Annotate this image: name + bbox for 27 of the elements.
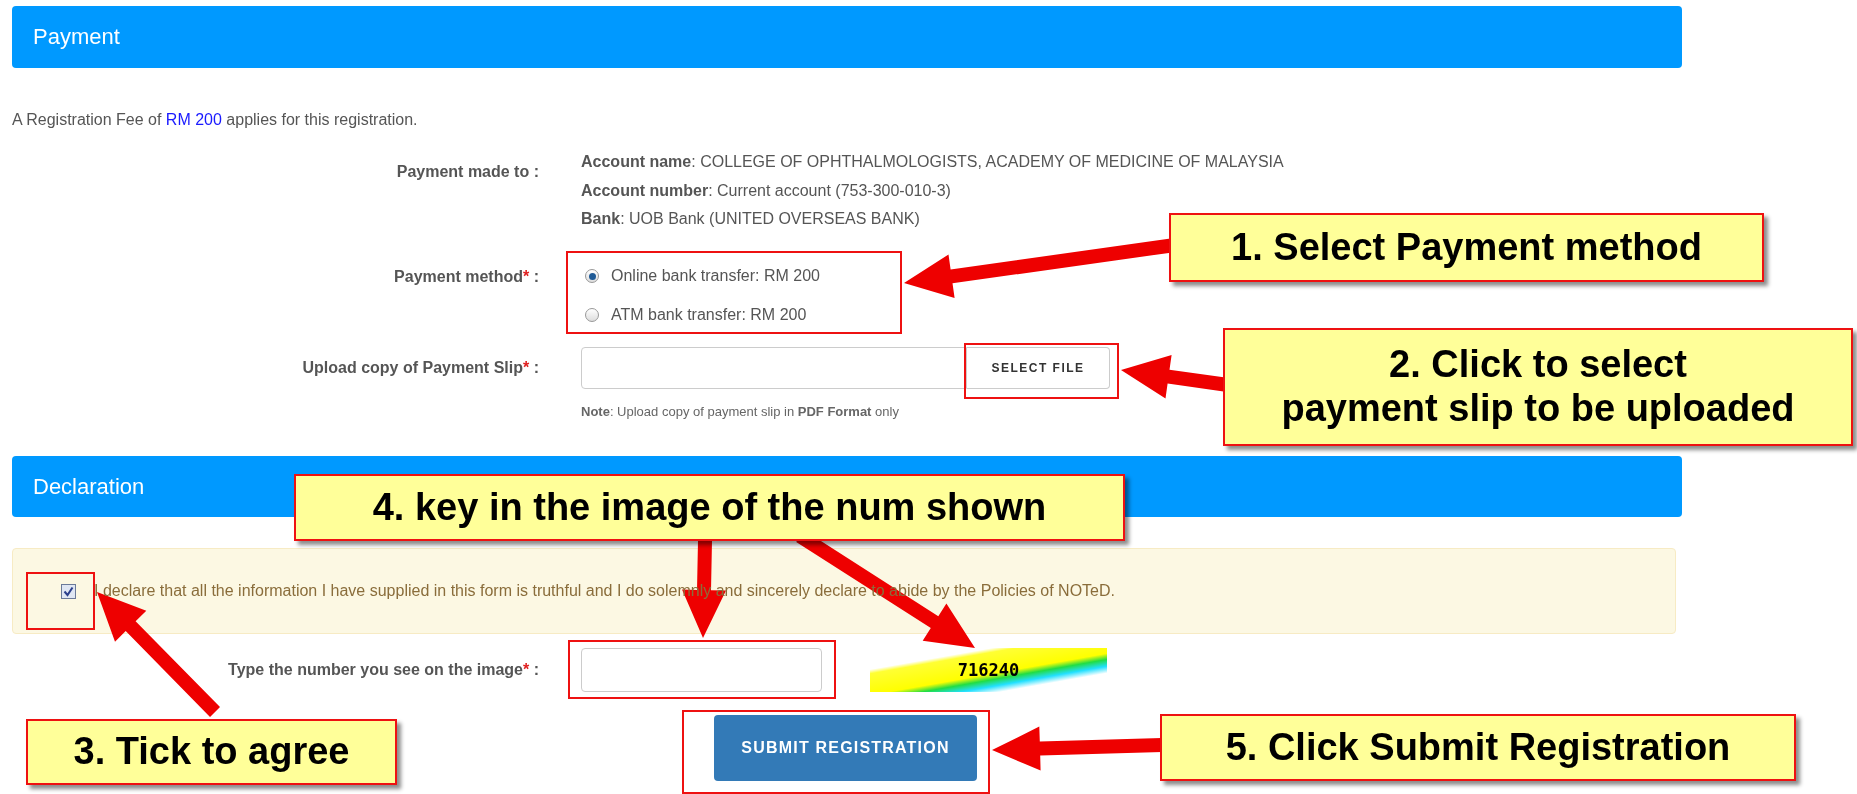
upload-note: Note: Upload copy of payment slip in PDF Format only [581, 403, 899, 421]
account-detail: Bank: UOB Bank (UNITED OVERSEAS BANK) [581, 209, 921, 229]
select-file-button[interactable]: SELECT FILE [967, 347, 1110, 389]
highlight-frame [26, 572, 95, 630]
field-label: Payment made to : [395, 162, 539, 182]
field-label: Upload copy of Payment Slip* : [301, 359, 539, 377]
account-detail: Account number: Current account (753-300-010-3) [581, 180, 952, 201]
file-input-field[interactable] [581, 347, 967, 389]
callout-label: 4. key in the image of the num shown [294, 474, 1125, 541]
account-detail: Account name: COLLEGE OF OPHTHALMOLOGISTS, ACADEMY OF MEDICINE OF MALAYSIA [581, 152, 1285, 172]
submit-button[interactable]: SUBMIT REGISTRATION [714, 715, 977, 781]
field-label: Type the number you see on the image* : [227, 661, 539, 679]
checkbox[interactable] [61, 583, 76, 599]
captcha-input-field[interactable] [581, 648, 822, 692]
radio-label: Online bank transfer: RM 200 [611, 267, 820, 285]
callout-label: 3. Tick to agree [26, 719, 397, 785]
radio-button[interactable] [585, 308, 599, 322]
fee-note: A Registration Fee of RM 200 applies for this registration. [12, 110, 419, 130]
callout-label: 2. Click to select payment slip to be uploaded [1223, 328, 1853, 446]
section-header: Payment [12, 6, 1682, 68]
field-label: Payment method* : [393, 266, 539, 287]
fee-link[interactable]: RM 200 [165, 111, 222, 128]
captcha-code: 716240 [957, 660, 1020, 680]
radio-button[interactable] [585, 269, 599, 283]
callout-label: 1. Select Payment method [1169, 213, 1764, 282]
radio-label: ATM bank transfer: RM 200 [611, 306, 807, 324]
callout-label: 5. Click Submit Registration [1160, 714, 1796, 781]
